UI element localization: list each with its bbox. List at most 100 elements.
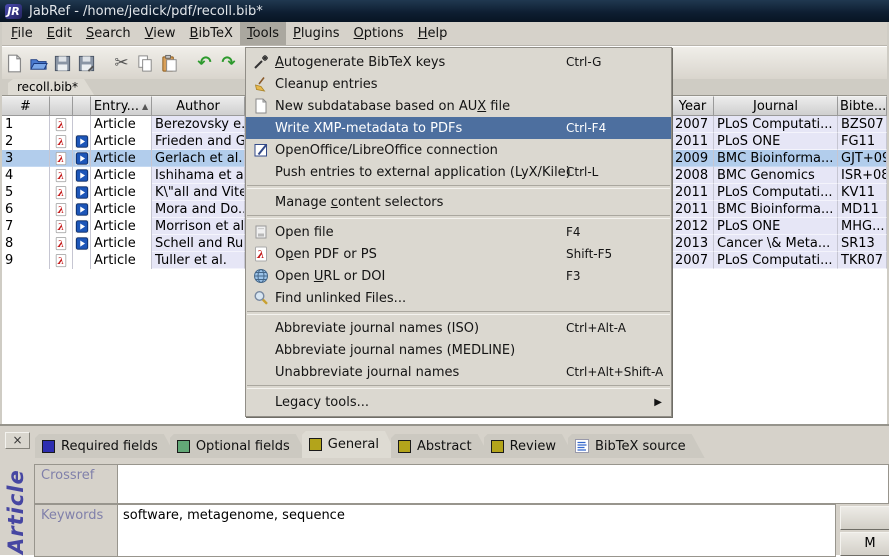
menu-item-shortcut: F3 <box>566 269 581 283</box>
close-icon[interactable]: × <box>5 432 30 449</box>
column-header-[interactable]: # <box>2 96 50 116</box>
pdf-icon[interactable]: λ <box>54 236 68 251</box>
url-link-icon[interactable] <box>75 134 89 149</box>
cut-icon[interactable]: ✂ <box>111 53 132 74</box>
menubar-item-help[interactable]: Help <box>411 22 455 45</box>
entry-type-cell: Article <box>91 235 152 252</box>
general-fields-icon <box>309 438 322 451</box>
year-cell: 2007 <box>672 252 714 269</box>
tab-label: Review <box>510 439 556 454</box>
menu-item-new-subdatabase-based-on-aux-file[interactable]: New subdatabase based on AUX file <box>246 95 671 117</box>
column-header-icon[interactable] <box>73 96 91 116</box>
menu-item-openoffice-libreoffice-connection[interactable]: OpenOffice/LibreOffice connection <box>246 139 671 161</box>
menu-item-open-pdf-or-ps[interactable]: λOpen PDF or PSShift-F5 <box>246 243 671 265</box>
new-document-icon[interactable] <box>4 53 25 74</box>
menu-item-shortcut: Ctrl-G <box>566 55 601 69</box>
pdf-icon[interactable]: λ <box>54 134 68 149</box>
menu-item-push-entries-to-external-application-lyx-kile[interactable]: Push entries to external application (Ly… <box>246 161 671 183</box>
entry-type-cell: Article <box>91 201 152 218</box>
tab-required-fields[interactable]: Required fields <box>35 434 177 458</box>
bibtexkey-cell: FG11 <box>838 133 887 150</box>
menu-item-autogenerate-bibtex-keys[interactable]: Autogenerate BibTeX keysCtrl-G <box>246 51 671 73</box>
row-number-cell: 4 <box>2 167 50 184</box>
menubar-item-plugins[interactable]: Plugins <box>286 22 347 45</box>
tab-label: Required fields <box>61 439 158 454</box>
menu-item-abbreviate-journal-names-iso[interactable]: Abbreviate journal names (ISO)Ctrl+Alt-A <box>246 317 671 339</box>
menubar-item-view[interactable]: View <box>138 22 183 45</box>
copy-icon[interactable] <box>135 53 156 74</box>
menu-item-legacy-tools[interactable]: Legacy tools...▶ <box>246 391 671 413</box>
open-database-icon[interactable] <box>28 53 49 74</box>
menubar-item-bibtex[interactable]: BibTeX <box>183 22 240 45</box>
pdf-icon[interactable]: λ <box>54 219 68 234</box>
column-header-entry[interactable]: Entry...▲ <box>91 96 152 116</box>
menu-item-open-file[interactable]: Open fileF4 <box>246 221 671 243</box>
tab-optional-fields[interactable]: Optional fields <box>170 434 309 458</box>
broom-icon <box>249 75 273 93</box>
menu-item-abbreviate-journal-names-medline[interactable]: Abbreviate journal names (MEDLINE) <box>246 339 671 361</box>
menu-item-spacer <box>249 393 273 411</box>
row-number-cell: 1 <box>2 116 50 133</box>
url-link-icon[interactable] <box>75 185 89 200</box>
crossref-input[interactable] <box>117 464 889 504</box>
required-fields-icon <box>42 440 55 453</box>
menubar-item-tools[interactable]: Tools <box>240 22 286 45</box>
tab-bibtex-source[interactable]: BibTeX source <box>568 434 705 458</box>
column-header-journal[interactable]: Journal <box>714 96 838 116</box>
journal-cell: BMC Genomics <box>714 167 838 184</box>
paste-icon[interactable] <box>159 53 180 74</box>
menu-item-spacer <box>249 193 273 211</box>
column-header-bibte[interactable]: Bibte... <box>838 96 887 116</box>
menubar-item-edit[interactable]: Edit <box>40 22 79 45</box>
menu-item-cleanup-entries[interactable]: Cleanup entries <box>246 73 671 95</box>
pdf-cell: λ <box>50 116 73 133</box>
entry-type-cell: Article <box>91 133 152 150</box>
optional-fields-icon <box>177 440 190 453</box>
save-all-icon[interactable] <box>76 53 97 74</box>
url-link-icon[interactable] <box>75 202 89 217</box>
bibtexkey-cell: SR13 <box>838 235 887 252</box>
menu-item-open-url-or-doi[interactable]: Open URL or DOIF3 <box>246 265 671 287</box>
menu-item-find-unlinked-files[interactable]: Find unlinked Files... <box>246 287 671 309</box>
year-cell: 2012 <box>672 218 714 235</box>
pdf-icon[interactable]: λ <box>54 168 68 183</box>
pdf-cell: λ <box>50 218 73 235</box>
svg-text:λ: λ <box>57 222 65 233</box>
undo-icon[interactable]: ↶ <box>194 53 215 74</box>
tab-review[interactable]: Review <box>484 434 575 458</box>
redo-icon[interactable]: ↷ <box>218 53 239 74</box>
menubar-item-search[interactable]: Search <box>79 22 138 45</box>
column-header-icon[interactable] <box>50 96 73 116</box>
keywords-manage-button[interactable]: M <box>840 532 889 556</box>
pdf-icon[interactable]: λ <box>54 185 68 200</box>
keywords-input[interactable]: software, metagenome, sequence <box>117 504 836 557</box>
pdf-icon[interactable]: λ <box>54 202 68 217</box>
svg-text:λ: λ <box>256 248 265 261</box>
url-link-icon[interactable] <box>75 168 89 183</box>
pdf-icon[interactable]: λ <box>54 117 68 132</box>
keywords-aux-button[interactable] <box>840 506 889 530</box>
menu-item-label: Cleanup entries <box>275 77 378 92</box>
menu-item-unabbreviate-journal-names[interactable]: Unabbreviate journal namesCtrl+Alt+Shift… <box>246 361 671 383</box>
svg-text:λ: λ <box>57 205 65 216</box>
menubar-item-file[interactable]: File <box>4 22 40 45</box>
url-link-icon[interactable] <box>75 151 89 166</box>
tab-abstract[interactable]: Abstract <box>391 434 491 458</box>
tab-general[interactable]: General <box>302 431 398 458</box>
column-header-year[interactable]: Year <box>672 96 714 116</box>
url-link-icon[interactable] <box>75 236 89 251</box>
menu-item-write-xmp-metadata-to-pdfs[interactable]: Write XMP-metadata to PDFsCtrl-F4 <box>246 117 671 139</box>
column-header-author[interactable]: Author <box>152 96 245 116</box>
save-database-icon[interactable] <box>52 53 73 74</box>
row-number-cell: 9 <box>2 252 50 269</box>
menu-item-label: Find unlinked Files... <box>275 291 406 306</box>
menu-item-manage-content-selectors[interactable]: Manage content selectors <box>246 191 671 213</box>
pdf-icon[interactable]: λ <box>54 253 68 268</box>
wand-icon <box>249 53 273 71</box>
year-cell: 2008 <box>672 167 714 184</box>
url-link-icon[interactable] <box>75 219 89 234</box>
entry-type-label: Article <box>0 468 32 556</box>
database-tab-recoll[interactable]: recoll.bib* <box>8 79 94 95</box>
menubar-item-options[interactable]: Options <box>347 22 411 45</box>
pdf-icon[interactable]: λ <box>54 151 68 166</box>
